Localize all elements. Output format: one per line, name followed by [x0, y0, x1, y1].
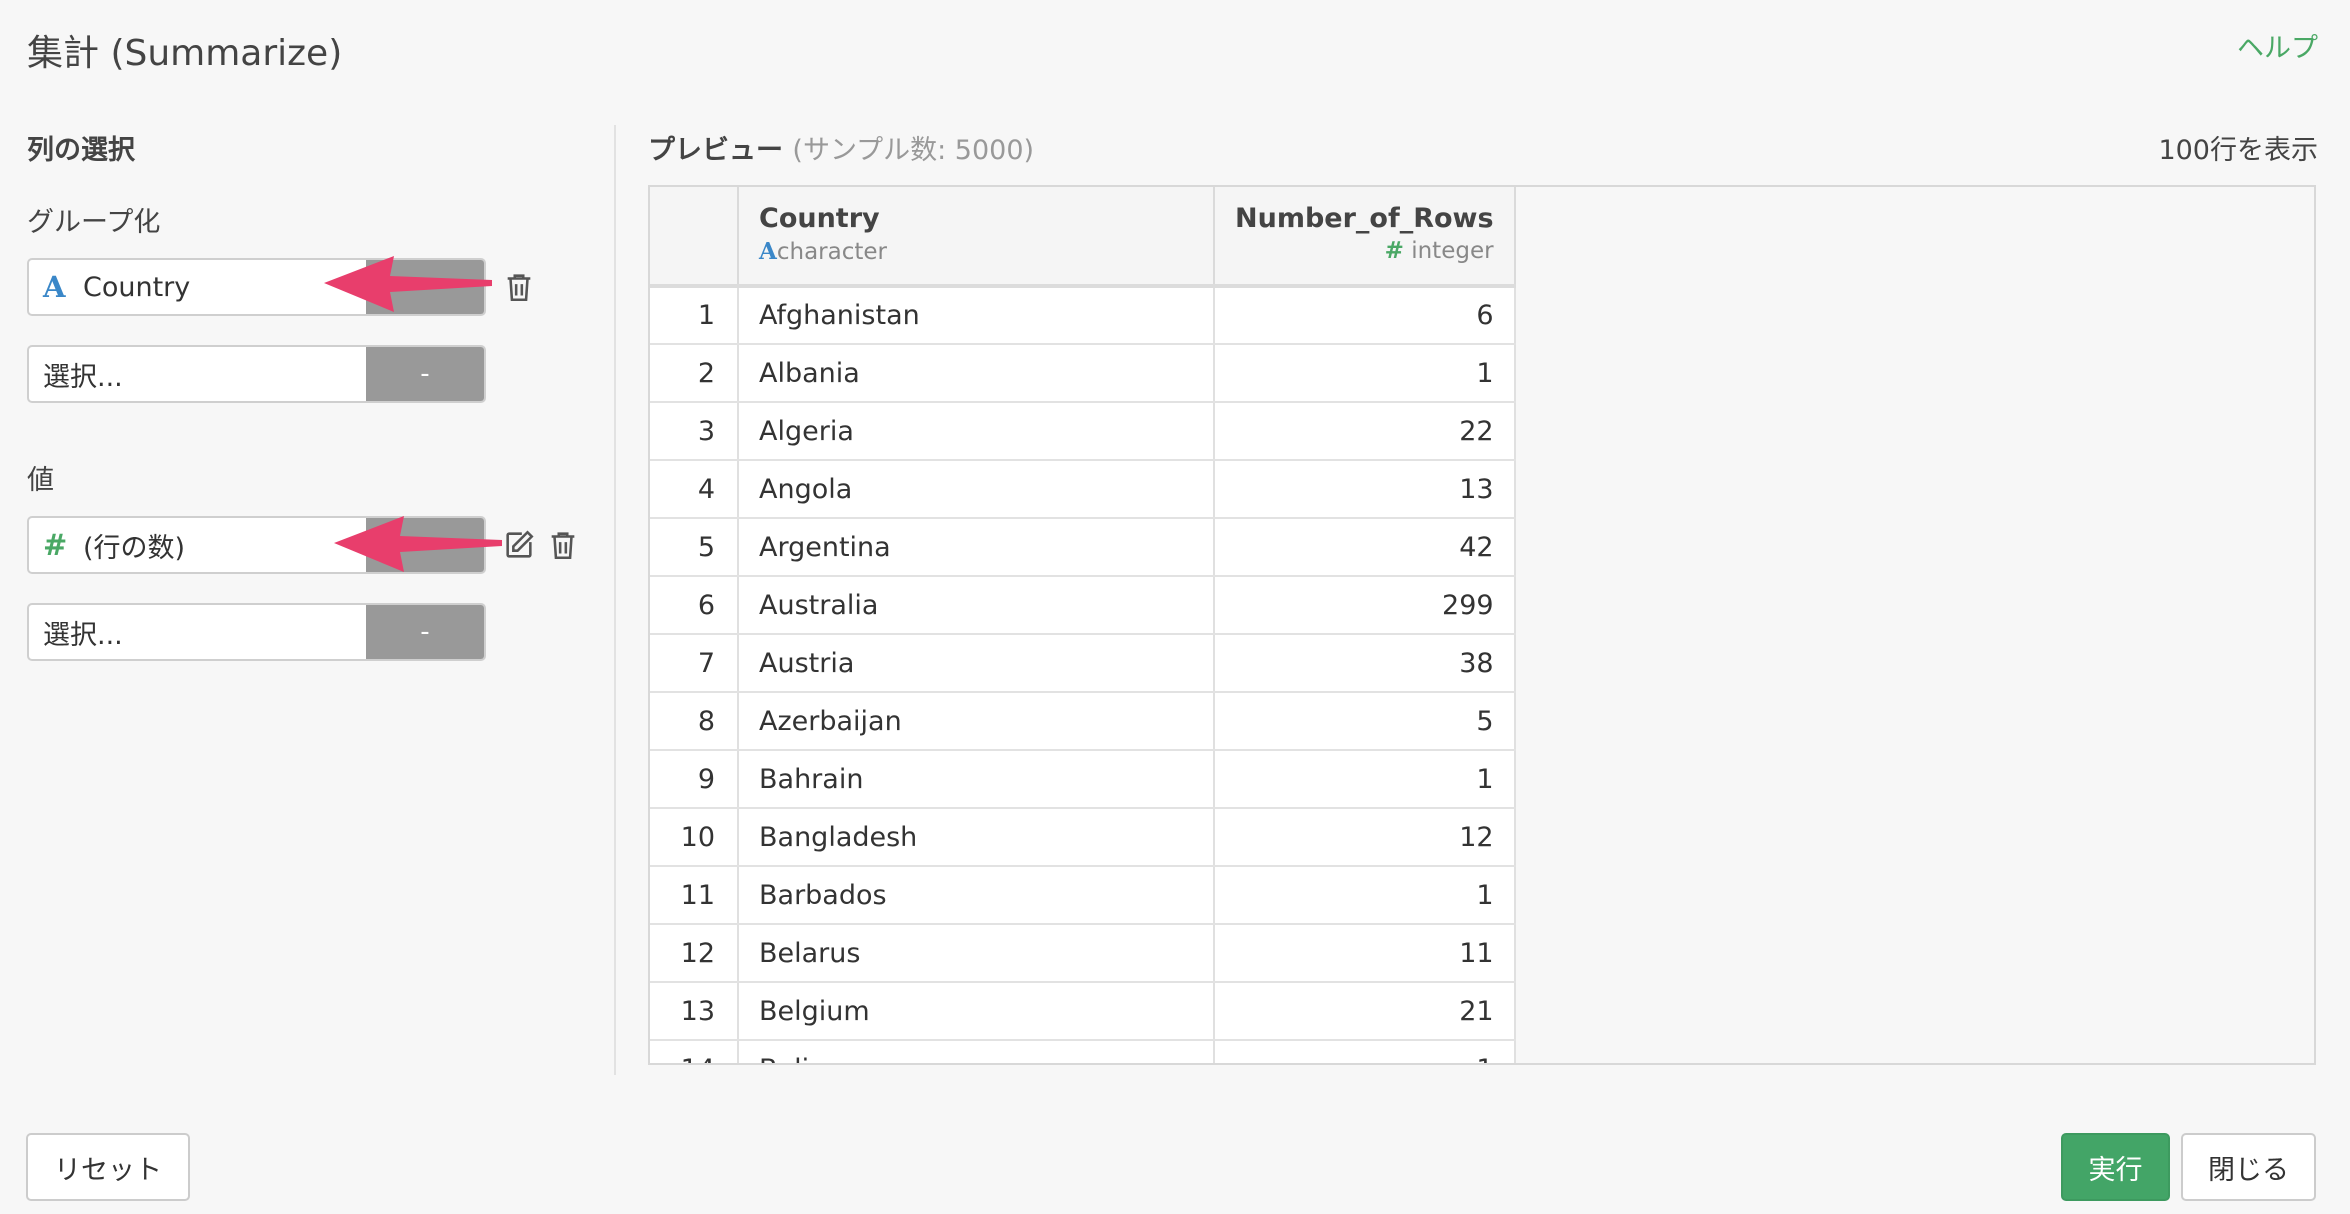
value-row-2: 選択... -: [27, 603, 486, 661]
country-cell: Angola: [738, 460, 1215, 519]
country-cell: Belgium: [738, 982, 1215, 1041]
row-number: 5: [650, 518, 739, 577]
value-select-placeholder: 選択...: [43, 619, 123, 651]
row-number: 2: [650, 344, 739, 403]
count-cell: 299: [1214, 576, 1516, 635]
table-row: 12 Belarus 11: [650, 924, 1516, 983]
row-number: 10: [650, 808, 739, 867]
row-number: 11: [650, 866, 739, 925]
country-cell: Australia: [738, 576, 1215, 635]
table-row: 4 Angola 13: [650, 460, 1516, 519]
table-row: 5 Argentina 42: [650, 518, 1516, 577]
row-number: 13: [650, 982, 739, 1041]
table-row: 6 Australia 299: [650, 576, 1516, 635]
country-cell: Austria: [738, 634, 1215, 693]
group-row-2: 選択... -: [27, 345, 486, 403]
rows-shown-label: 100行を表示: [2158, 135, 2318, 166]
reset-button[interactable]: リセット: [26, 1133, 190, 1201]
country-cell: Bahrain: [738, 750, 1215, 809]
table-row: 3 Algeria 22: [650, 402, 1516, 461]
column-header-country[interactable]: Country Acharacter: [738, 187, 1215, 288]
value-select-empty[interactable]: 選択... -: [27, 603, 486, 661]
country-cell: Albania: [738, 344, 1215, 403]
count-cell: 13: [1214, 460, 1516, 519]
row-number: 6: [650, 576, 739, 635]
count-cell: 42: [1214, 518, 1516, 577]
count-cell: 1: [1214, 1040, 1516, 1063]
count-cell: 38: [1214, 634, 1516, 693]
dialog-title: 集計 (Summarize): [27, 33, 343, 74]
value-select-value: (行の数): [83, 532, 186, 564]
count-cell: 1: [1214, 750, 1516, 809]
country-cell: Barbados: [738, 866, 1215, 925]
group-row-1: A Country -: [27, 258, 536, 316]
row-number: 4: [650, 460, 739, 519]
run-button[interactable]: 実行: [2061, 1133, 2170, 1201]
table-row: 11 Barbados 1: [650, 866, 1516, 925]
country-cell: Azerbaijan: [738, 692, 1215, 751]
panel-divider: [614, 125, 616, 1075]
character-type-icon: A: [43, 270, 66, 304]
country-cell: Afghanistan: [738, 286, 1215, 345]
country-cell: Algeria: [738, 402, 1215, 461]
number-type-icon: #: [1384, 238, 1404, 264]
row-number: 1: [650, 286, 739, 345]
row-number: 9: [650, 750, 739, 809]
country-cell: Bangladesh: [738, 808, 1215, 867]
group-select-placeholder: 選択...: [43, 361, 123, 393]
column-header-number-of-rows[interactable]: Number_of_Rows # integer: [1214, 187, 1516, 288]
country-cell: Argentina: [738, 518, 1215, 577]
table-row: 8 Azerbaijan 5: [650, 692, 1516, 751]
row-number: 7: [650, 634, 739, 693]
table-row: 7 Austria 38: [650, 634, 1516, 693]
row-number: 14: [650, 1040, 739, 1063]
table-row: 10 Bangladesh 12: [650, 808, 1516, 867]
row-number: 8: [650, 692, 739, 751]
count-cell: 1: [1214, 344, 1516, 403]
table-row: 1 Afghanistan 6: [650, 286, 1516, 345]
group-select-value: Country: [83, 271, 191, 303]
trash-icon[interactable]: [502, 270, 536, 304]
preview-title: プレビュー (サンプル数: 5000): [648, 128, 1034, 167]
value-select-count[interactable]: # (行の数) -: [27, 516, 486, 574]
count-cell: 21: [1214, 982, 1516, 1041]
value-remove-button[interactable]: -: [366, 605, 484, 659]
country-cell: Belize: [738, 1040, 1215, 1063]
preview-label: プレビュー: [648, 135, 783, 166]
table-row: 2 Albania 1: [650, 344, 1516, 403]
group-by-label: グループ化: [27, 207, 161, 238]
sample-count: (サンプル数: 5000): [792, 135, 1035, 166]
character-type-icon: A: [759, 238, 777, 265]
count-cell: 12: [1214, 808, 1516, 867]
count-cell: 1: [1214, 866, 1516, 925]
group-remove-button[interactable]: -: [366, 260, 484, 314]
count-cell: 22: [1214, 402, 1516, 461]
close-button[interactable]: 閉じる: [2181, 1133, 2316, 1201]
value-row-1: # (行の数) -: [27, 516, 580, 574]
help-link[interactable]: ヘルプ: [2237, 26, 2318, 65]
group-remove-button[interactable]: -: [366, 347, 484, 401]
number-type-icon: #: [43, 528, 68, 562]
group-select-country[interactable]: A Country -: [27, 258, 486, 316]
row-number-header: [650, 187, 739, 288]
preview-table: Country Acharacter Number_of_Rows # inte…: [650, 187, 1516, 1063]
row-number: 12: [650, 924, 739, 983]
preview-grid[interactable]: Country Acharacter Number_of_Rows # inte…: [648, 185, 2316, 1065]
value-label: 値: [27, 465, 54, 496]
country-cell: Belarus: [738, 924, 1215, 983]
table-row: 9 Bahrain 1: [650, 750, 1516, 809]
table-row: 13 Belgium 21: [650, 982, 1516, 1041]
edit-icon[interactable]: [502, 528, 536, 562]
count-cell: 5: [1214, 692, 1516, 751]
trash-icon[interactable]: [546, 528, 580, 562]
count-cell: 6: [1214, 286, 1516, 345]
group-select-empty[interactable]: 選択... -: [27, 345, 486, 403]
value-remove-button[interactable]: -: [366, 518, 484, 572]
row-number: 3: [650, 402, 739, 461]
table-row: 14Belize1: [650, 1040, 1516, 1063]
column-selection-heading: 列の選択: [27, 135, 135, 166]
count-cell: 11: [1214, 924, 1516, 983]
